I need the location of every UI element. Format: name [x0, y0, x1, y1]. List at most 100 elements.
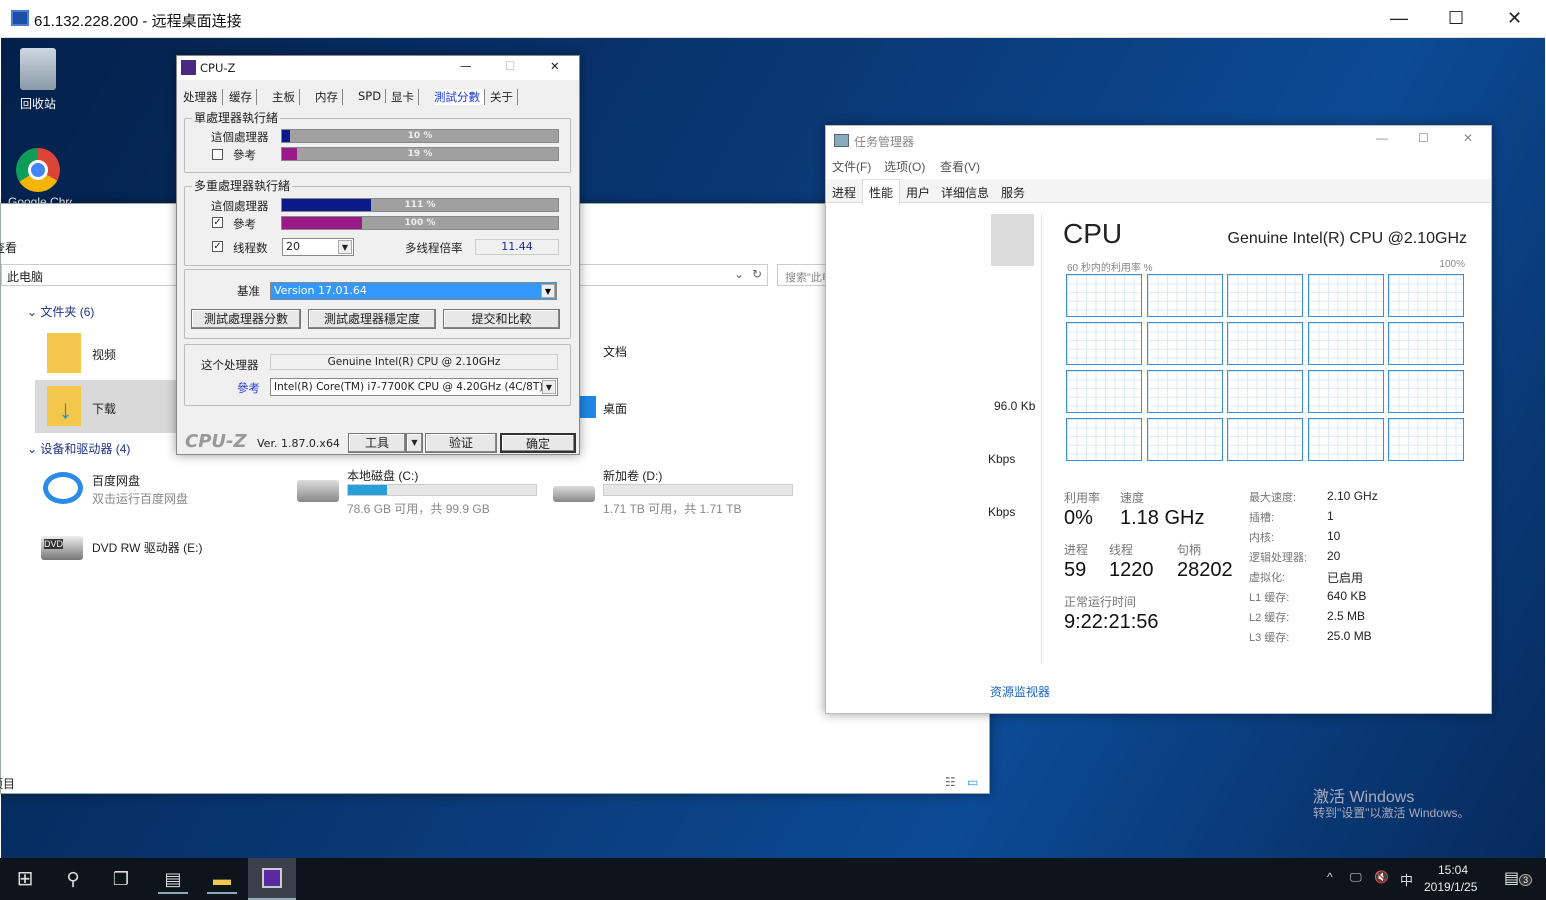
tab-users[interactable]: 用户 [906, 184, 930, 201]
logical-cpu-graph [1227, 322, 1303, 365]
submit-compare-button[interactable]: 提交和比較 [443, 309, 560, 329]
address-dropdown-icon[interactable]: ⌄ [734, 267, 744, 281]
menu-view[interactable]: 查看(V) [940, 158, 980, 175]
network-icon[interactable]: 🖵 [1350, 870, 1362, 885]
minimize-button[interactable]: — [1376, 131, 1388, 145]
tab-details[interactable]: 详细信息 [941, 184, 989, 201]
this-processor-label: 这个处理器 [201, 358, 259, 372]
threads-select[interactable]: 20 ▼ [282, 238, 354, 256]
tray-chevron-icon[interactable]: ^ [1327, 870, 1333, 884]
bar-label: 111 % [404, 200, 436, 210]
threads-label: 线程 [1109, 543, 1134, 557]
folder-downloads[interactable]: ↓ 下载 [35, 380, 176, 433]
taskbar-file-explorer[interactable]: ▬ [207, 864, 237, 894]
task-manager-icon [834, 134, 849, 147]
bar-label: 100 % [404, 218, 436, 228]
mt-ratio-value: 11.44 [475, 239, 559, 255]
view-menu[interactable]: 查看 [0, 239, 17, 256]
close-button[interactable]: ✕ [1507, 8, 1522, 29]
selected-resource-tile[interactable] [991, 214, 1034, 266]
start-button[interactable]: ⊞ [10, 864, 40, 894]
maximize-button[interactable]: ☐ [1448, 8, 1464, 29]
logical-cpu-graph [1388, 322, 1464, 365]
folder-desktop[interactable]: 桌面 [576, 384, 716, 434]
single-ref-checkbox[interactable] [212, 149, 223, 160]
window-title: CPU-Z [200, 61, 236, 75]
menu-options[interactable]: 选项(O) [884, 158, 925, 175]
spec-label: 逻辑处理器: [1249, 552, 1308, 564]
taskbar-cpuz[interactable] [248, 858, 296, 900]
bench-cpu-button[interactable]: 測試處理器分數 [191, 309, 301, 329]
resource-monitor-link[interactable]: 资源监视器 [990, 683, 1050, 700]
validate-button[interactable]: 验证 [425, 433, 497, 453]
rdp-titlebar: 61.132.228.200 - 远程桌面连接 — ☐ ✕ [0, 0, 1546, 38]
maximize-button[interactable]: ☐ [1418, 131, 1429, 145]
tab-processes[interactable]: 进程 [832, 184, 856, 201]
ref-processor-label: 參考 [237, 381, 260, 395]
logical-cpu-graph [1307, 418, 1384, 461]
logical-cpu-graph [1227, 274, 1303, 317]
spec-label: 虚拟化: [1249, 572, 1286, 584]
menu-file[interactable]: 文件(F) [832, 158, 871, 175]
drive-subtitle: 双击运行百度网盘 [92, 492, 189, 506]
task-view-icon[interactable]: ❐ [106, 864, 136, 894]
close-button[interactable]: ✕ [1463, 131, 1473, 145]
drive-name: DVD RW 驱动器 (E:) [92, 541, 203, 555]
cpuz-tab[interactable]: SPD [358, 89, 387, 103]
folders-header[interactable]: ⌄ 文件夹 (6) [27, 303, 94, 320]
minimize-button[interactable]: — [1390, 8, 1408, 29]
threads-label: 线程数 [233, 241, 268, 255]
drive-name: 本地磁盘 (C:) [347, 469, 419, 483]
tools-button[interactable]: 工具 [348, 433, 406, 453]
maximize-button[interactable]: ☐ [505, 59, 515, 73]
clock-date[interactable]: 2019/1/25 [1424, 880, 1477, 894]
refresh-icon[interactable]: ↻ [752, 267, 762, 281]
ok-button[interactable]: 确定 [500, 433, 576, 453]
cpuz-tab[interactable]: 处理器 [183, 89, 223, 105]
taskbar-task-manager[interactable]: ▤ [158, 864, 188, 894]
pane-divider[interactable] [1041, 214, 1042, 664]
cpuz-tab[interactable]: 測試分數 [434, 89, 485, 105]
baseline-select[interactable]: Version 17.01.64 ▼ [270, 282, 557, 300]
cpuz-tab[interactable]: 内存 [315, 89, 343, 105]
ime-indicator[interactable]: 中 [1400, 870, 1413, 889]
threads-checkbox[interactable]: ✓ [212, 241, 223, 252]
clock-time[interactable]: 15:04 [1438, 863, 1468, 877]
search-icon[interactable]: ⚲ [58, 864, 88, 894]
windows-drive-icon [297, 480, 339, 502]
folder-videos[interactable]: 视频 [35, 329, 175, 379]
details-view-icon[interactable]: ☷ [945, 775, 956, 789]
spec-value: 10 [1327, 529, 1341, 543]
spec-value: 已启用 [1327, 571, 1364, 585]
notification-icon[interactable]: ▤ 3 [1504, 868, 1533, 888]
tab-performance[interactable]: 性能 [862, 179, 901, 205]
drive-icon [553, 486, 595, 502]
folder-documents[interactable]: 文档 [576, 329, 716, 379]
drive-dvd[interactable]: DVD DVD RW 驱动器 (E:) [39, 526, 279, 568]
cpuz-tab[interactable]: 显卡 [391, 89, 419, 105]
logical-cpu-graph [1307, 322, 1384, 365]
minimize-button[interactable]: — [460, 59, 472, 73]
spec-label: 插槽: [1249, 512, 1275, 524]
recycle-bin-label: 回收站 [20, 97, 57, 111]
multi-ref-checkbox[interactable]: ✓ [212, 217, 223, 228]
tools-dropdown[interactable]: ▼ [406, 433, 423, 453]
volume-muted-icon[interactable]: 🔇 [1374, 870, 1389, 884]
tiles-view-icon[interactable]: ▭ [967, 775, 978, 789]
cpuz-tab[interactable]: 主板 [272, 89, 300, 105]
stress-cpu-button[interactable]: 測試處理器穩定度 [308, 309, 436, 329]
chrome-icon[interactable] [16, 148, 60, 192]
ref-processor-select[interactable]: Intel(R) Core(TM) i7-7700K CPU @ 4.20GHz… [270, 378, 558, 396]
cpuz-tab[interactable]: 缓存 [229, 89, 257, 105]
tab-services[interactable]: 服务 [1001, 184, 1025, 201]
drive-c[interactable]: 本地磁盘 (C:) 78.6 GB 可用，共 99.9 GB [293, 464, 543, 516]
logical-cpu-graph [1066, 370, 1142, 413]
drive-baidu[interactable]: 百度网盘 双击运行百度网盘 [39, 466, 279, 516]
drive-d[interactable]: 新加卷 (D:) 1.71 TB 可用，共 1.71 TB [549, 464, 799, 516]
recycle-bin-icon[interactable] [20, 48, 56, 90]
threads-value: 20 [286, 240, 300, 253]
close-button[interactable]: ✕ [550, 59, 560, 73]
devices-header[interactable]: ⌄ 设备和驱动器 (4) [27, 440, 130, 457]
logical-cpu-graph [1388, 274, 1464, 317]
cpuz-tab[interactable]: 关于 [490, 89, 518, 105]
